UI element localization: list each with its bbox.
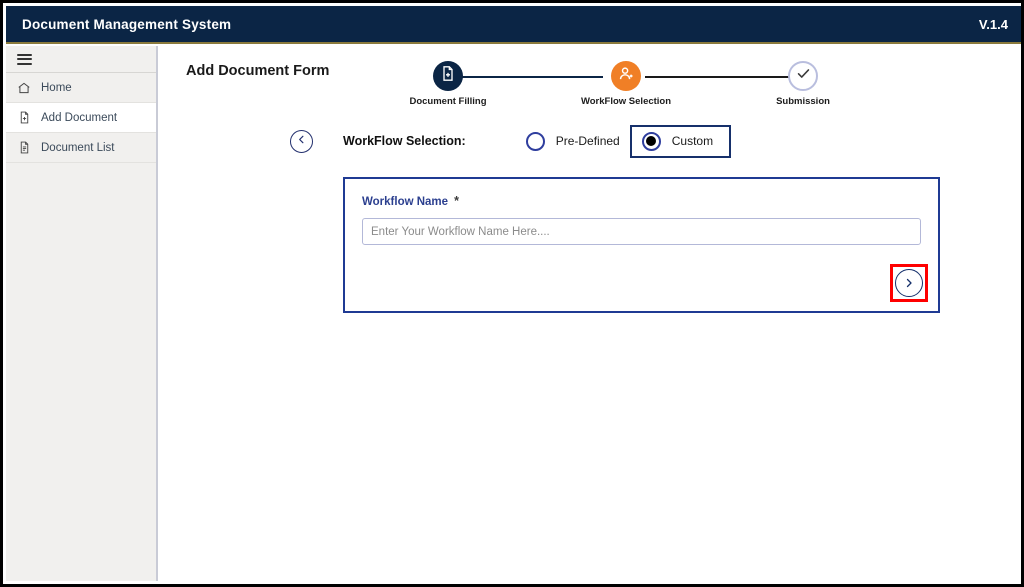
progress-stepper: Document Filling WorkFlow Selection Subm… <box>400 54 850 114</box>
workflow-type-radio-group: Pre-Defined Custom <box>516 124 732 158</box>
app-title: Document Management System <box>22 16 232 32</box>
workflow-name-label-text: Workflow Name <box>362 196 449 208</box>
check-icon <box>795 65 812 87</box>
next-step-button[interactable] <box>895 269 923 297</box>
page-title: Add Document Form <box>186 63 330 79</box>
stepper-step-document-filling[interactable]: Document Filling <box>378 54 518 107</box>
workflow-name-input[interactable] <box>362 218 921 245</box>
stepper-step-2-circle <box>611 61 641 91</box>
hamburger-icon <box>17 53 32 65</box>
app-header: Document Management System V.1.4 <box>6 6 1021 44</box>
stepper-step-2-label: WorkFlow Selection <box>580 96 672 107</box>
sidebar-toggle-button[interactable] <box>6 46 156 73</box>
file-plus-icon <box>440 65 456 87</box>
file-plus-icon <box>17 110 31 125</box>
workflow-form-panel: Workflow Name * <box>343 177 940 313</box>
required-marker: * <box>454 194 459 208</box>
stepper-step-1-label: Document Filling <box>409 96 487 107</box>
sidebar-item-home[interactable]: Home <box>6 73 156 103</box>
radio-option-custom[interactable]: Custom <box>629 124 732 158</box>
app-version: V.1.4 <box>978 16 1008 32</box>
stepper-step-workflow-selection[interactable]: WorkFlow Selection <box>556 54 696 107</box>
sidebar-item-home-label: Home <box>41 81 72 94</box>
workflow-selection-label: WorkFlow Selection: <box>343 134 466 148</box>
stepper-step-1-circle <box>433 61 463 91</box>
document-list-icon <box>17 140 31 155</box>
sidebar-item-document-list-label: Document List <box>41 141 115 154</box>
stepper-step-submission[interactable]: Submission <box>733 54 873 107</box>
chevron-left-icon <box>296 132 307 150</box>
user-plus-icon <box>618 65 635 87</box>
next-button-highlight <box>890 264 928 302</box>
sidebar-item-add-document[interactable]: Add Document <box>6 103 156 133</box>
stepper-step-3-label: Submission <box>776 96 830 107</box>
sidebar-item-document-list[interactable]: Document List <box>6 133 156 163</box>
radio-option-custom-label: Custom <box>671 134 714 148</box>
radio-pre-defined-indicator <box>525 131 545 151</box>
radio-custom-indicator <box>641 131 661 151</box>
sidebar: Home Add Document Document List <box>6 46 158 581</box>
home-icon <box>17 80 31 95</box>
chevron-right-icon <box>903 277 915 289</box>
stepper-step-3-circle <box>788 61 818 91</box>
main-content: Add Document Form Document Filling WorkF… <box>160 46 1018 581</box>
workflow-name-label: Workflow Name * <box>362 194 921 208</box>
radio-option-pre-defined[interactable]: Pre-Defined <box>516 127 630 156</box>
radio-option-pre-defined-label: Pre-Defined <box>555 134 620 148</box>
previous-step-button[interactable] <box>290 129 313 153</box>
workflow-selection-row: WorkFlow Selection: Pre-Defined Custom <box>290 124 732 158</box>
app-window: Document Management System V.1.4 Home Ad… <box>0 0 1024 587</box>
sidebar-item-add-document-label: Add Document <box>41 111 118 124</box>
